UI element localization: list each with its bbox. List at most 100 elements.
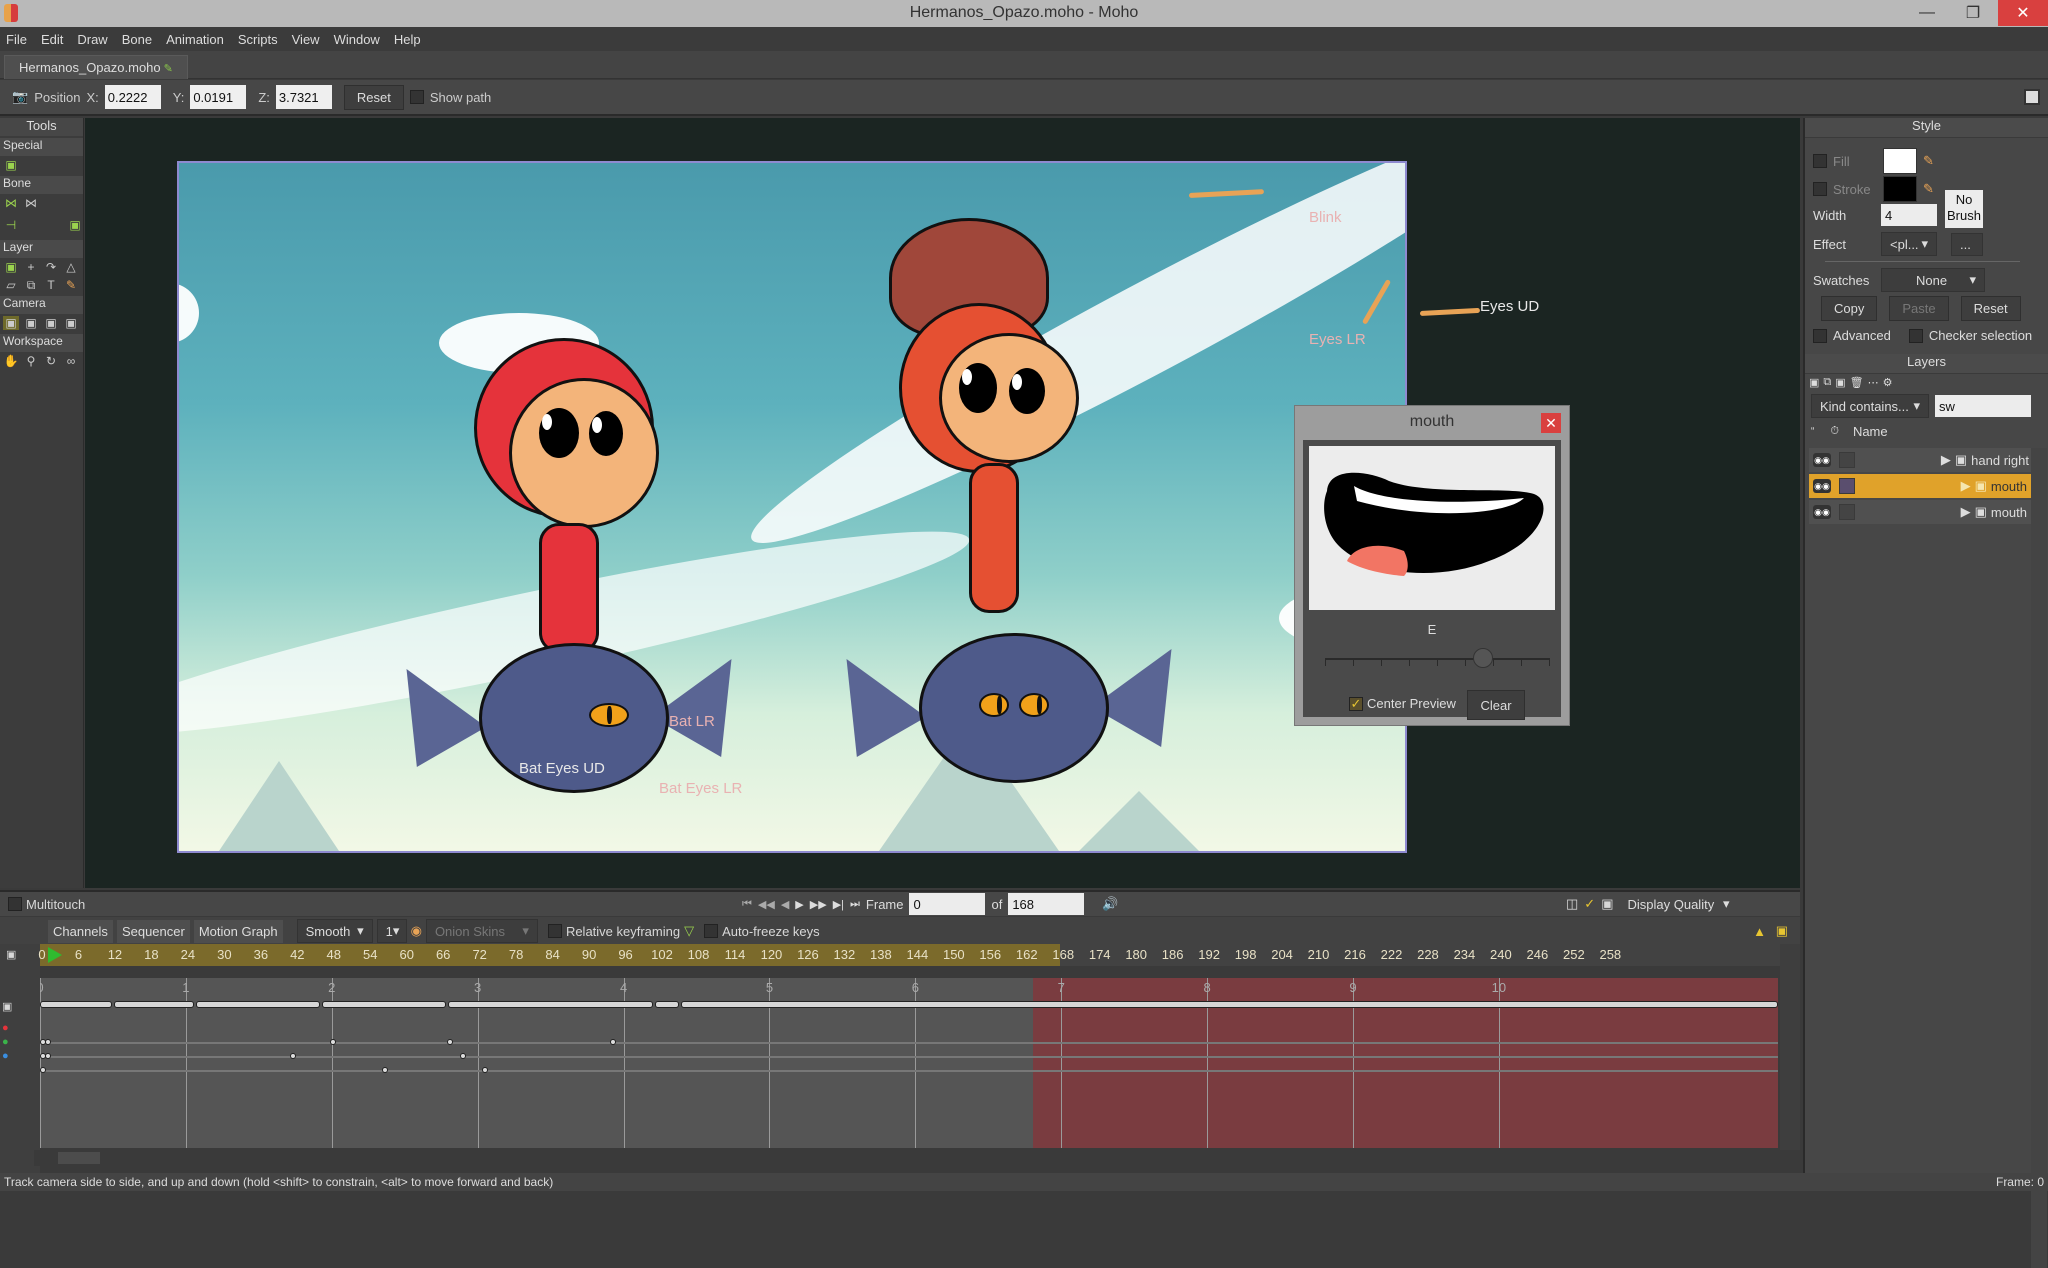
frame-toggle-icon[interactable]: ▣: [1601, 896, 1613, 912]
new-group-icon[interactable]: ▣: [1835, 376, 1845, 389]
layer-color-box[interactable]: [1839, 504, 1855, 520]
menu-scripts[interactable]: Scripts: [238, 32, 278, 47]
timeline-horizontal-scrollbar[interactable]: [34, 1150, 1780, 1166]
text-icon[interactable]: T: [43, 278, 59, 292]
eyes-lr-bone[interactable]: [1361, 278, 1392, 325]
special-tool-icon[interactable]: ▣: [3, 158, 19, 172]
layers-scrollbar[interactable]: [2031, 448, 2047, 1268]
translate-layer-icon[interactable]: +: [23, 260, 39, 274]
menu-animation[interactable]: Animation: [166, 32, 224, 47]
add-bone-icon[interactable]: ⊣: [3, 218, 19, 232]
layer-search-input[interactable]: [1935, 395, 2031, 417]
tab-channels[interactable]: Channels: [48, 919, 113, 943]
stroke-eyedropper-icon[interactable]: ✎: [1923, 181, 1934, 197]
stroke-checkbox[interactable]: [1813, 182, 1827, 196]
switch-key-span[interactable]: [448, 1001, 653, 1008]
rewind-icon[interactable]: ⏮: [742, 898, 752, 911]
no-brush-button[interactable]: No Brush: [1945, 190, 1983, 228]
switch-key-span[interactable]: [40, 1001, 112, 1008]
panel-toggle-icon[interactable]: [2024, 89, 2040, 105]
layer-row[interactable]: ◉◉ ▶ ▣ hand right: [1809, 448, 2031, 472]
switch-slider[interactable]: [1325, 648, 1550, 668]
frame-input[interactable]: [909, 893, 986, 915]
advanced-checkbox[interactable]: [1813, 328, 1827, 343]
select-layer-icon[interactable]: ▣: [3, 260, 19, 274]
timeline-toggle-icon[interactable]: ▣: [6, 948, 16, 961]
keyframe[interactable]: [382, 1067, 388, 1073]
interpolation-dropdown[interactable]: Smooth ▾: [296, 919, 373, 943]
switch-key-span[interactable]: [655, 1001, 679, 1008]
select-bone-icon[interactable]: ⋈: [3, 196, 19, 210]
expand-arrow-icon[interactable]: ▶: [1961, 478, 1971, 494]
keys-up-icon[interactable]: ▲: [1753, 924, 1766, 939]
new-layer-icon[interactable]: ▣: [1809, 376, 1819, 389]
menu-bone[interactable]: Bone: [122, 32, 152, 47]
y-position-input[interactable]: [190, 85, 247, 109]
width-input[interactable]: [1881, 204, 1937, 226]
tab-motion-graph[interactable]: Motion Graph: [193, 919, 283, 943]
expand-arrow-icon[interactable]: ▶: [1941, 452, 1951, 468]
shear-layer-icon[interactable]: ▱: [3, 278, 19, 292]
step-forward-icon[interactable]: ▶▶: [810, 898, 827, 911]
quality-check-icon[interactable]: ✓: [1584, 896, 1595, 912]
keyframe[interactable]: [45, 1039, 51, 1045]
relative-keyframing-checkbox[interactable]: [547, 924, 562, 938]
track-camera-icon[interactable]: ▣: [3, 316, 19, 330]
eyes-ud-bone[interactable]: [1419, 307, 1481, 316]
keyframe[interactable]: [330, 1039, 336, 1045]
layer-row[interactable]: ◉◉ ▶ ▣ mouth: [1809, 500, 2031, 524]
view-layout-icon[interactable]: ◫: [1566, 896, 1578, 912]
restore-button[interactable]: ❐: [1950, 0, 1996, 26]
keyframe[interactable]: [482, 1067, 488, 1073]
keyframe[interactable]: [45, 1053, 51, 1059]
show-path-checkbox[interactable]: [409, 90, 424, 104]
minimize-button[interactable]: —: [1904, 0, 1950, 26]
timeline-channels[interactable]: 0 1 2 3 4 5 6 7 8 9 10: [40, 978, 1778, 1148]
display-quality-dropdown[interactable]: Display Quality ▾: [1619, 893, 1738, 915]
end-frame-input[interactable]: [1008, 893, 1085, 915]
layer-order-icon[interactable]: ⧉: [23, 278, 39, 292]
menu-edit[interactable]: Edit: [41, 32, 63, 47]
effect-dropdown[interactable]: <pl... ▾: [1881, 232, 1937, 256]
interp-count-dropdown[interactable]: 1 ▾: [376, 919, 407, 943]
step-back-icon[interactable]: ◀◀: [758, 898, 775, 911]
orbit-icon[interactable]: ∞: [63, 354, 79, 368]
delete-layer-icon[interactable]: 🗑: [1850, 376, 1864, 389]
expand-arrow-icon[interactable]: ▶: [1961, 504, 1971, 520]
onion-skins-dropdown[interactable]: Onion Skins ▾: [425, 919, 538, 943]
pan-tilt-camera-icon[interactable]: ▣: [63, 316, 79, 330]
clear-button[interactable]: Clear: [1467, 690, 1525, 720]
onion-skin-icon[interactable]: ◉: [411, 923, 422, 939]
switch-key-span[interactable]: [196, 1001, 320, 1008]
switch-key-span[interactable]: [681, 1001, 1778, 1008]
layer-color-box[interactable]: [1839, 478, 1855, 494]
transform-bone-icon[interactable]: ⋈: [23, 196, 39, 210]
close-window-button[interactable]: ✕: [1998, 0, 2048, 26]
tab-sequencer[interactable]: Sequencer: [116, 919, 190, 943]
next-key-icon[interactable]: ▶|: [833, 898, 844, 911]
playhead[interactable]: [48, 947, 62, 963]
keyframe[interactable]: [460, 1053, 466, 1059]
keyframe[interactable]: [447, 1039, 453, 1045]
bone-layer-icon[interactable]: ▣: [67, 218, 83, 232]
menu-window[interactable]: Window: [334, 32, 380, 47]
effect-more-button[interactable]: ...: [1951, 232, 1983, 256]
fast-forward-icon[interactable]: ⏭: [850, 898, 860, 911]
layer-settings-icon[interactable]: ⚙: [1883, 376, 1893, 389]
document-tab[interactable]: Hermanos_Opazo.moho ✎: [4, 55, 188, 79]
rotate-workspace-icon[interactable]: ↻: [43, 354, 59, 368]
eyedropper-icon[interactable]: ✎: [63, 278, 79, 292]
menu-view[interactable]: View: [292, 32, 320, 47]
fill-checkbox[interactable]: [1813, 154, 1827, 168]
layer-row-selected[interactable]: ◉◉ ▶ ▣ mouth: [1809, 474, 2031, 498]
scrollbar-thumb[interactable]: [58, 1152, 100, 1164]
keyframe[interactable]: [40, 1067, 46, 1073]
reset-position-button[interactable]: Reset: [343, 84, 404, 110]
x-position-input[interactable]: [104, 85, 161, 109]
frame-ruler[interactable]: 0 6 12 18 24 30 36 42 48 54 60 66 72 78 84 90 96 102 108 11…: [38, 944, 1788, 966]
keys-toggle-icon[interactable]: ▣: [1776, 923, 1788, 939]
checker-selection-checkbox[interactable]: [1908, 328, 1923, 343]
hand-pan-icon[interactable]: ✋: [3, 354, 19, 368]
switch-key-span[interactable]: [114, 1001, 194, 1008]
swatches-dropdown[interactable]: None ▾: [1881, 268, 1985, 292]
